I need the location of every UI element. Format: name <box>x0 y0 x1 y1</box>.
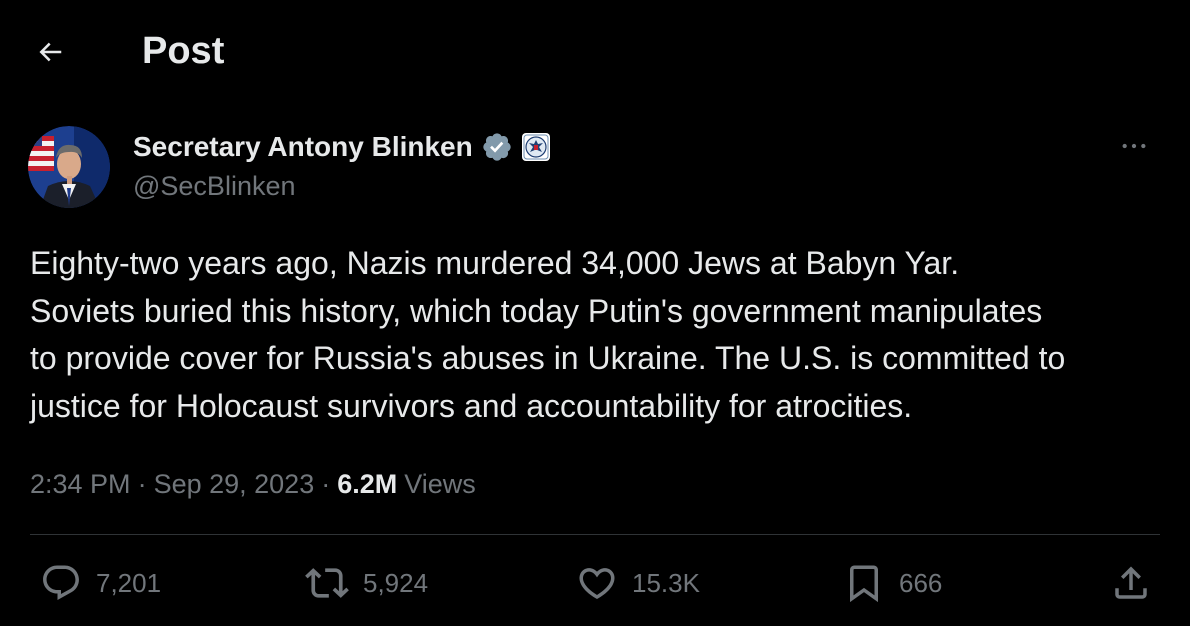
retweet-button[interactable]: 5,924 <box>305 560 428 606</box>
back-button[interactable] <box>30 32 70 72</box>
meta-separator: · <box>137 468 147 499</box>
avatar[interactable] <box>28 126 110 208</box>
like-count: 15.3K <box>632 567 700 598</box>
us-state-department-seal-icon[interactable] <box>521 132 551 162</box>
profile-photo <box>28 126 110 208</box>
retweet-icon <box>305 568 349 598</box>
reply-button[interactable]: 7,201 <box>40 560 161 606</box>
retweet-count: 5,924 <box>363 567 429 598</box>
post-header: Post <box>0 0 1190 100</box>
page-title: Post <box>142 30 225 72</box>
bookmark-count: 666 <box>899 567 943 598</box>
share-button[interactable] <box>1110 560 1152 606</box>
like-button[interactable]: 15.3K <box>576 560 700 606</box>
verified-badge-icon[interactable] <box>481 131 513 163</box>
bookmark-button[interactable]: 666 <box>843 560 942 606</box>
reply-count: 7,201 <box>96 567 162 598</box>
meta-separator: · <box>321 468 331 499</box>
tweet-text: Eighty-two years ago, Nazis murdered 34,… <box>30 240 1170 430</box>
more-options-button[interactable] <box>1112 126 1156 166</box>
reply-icon <box>43 565 79 600</box>
views-count[interactable]: 6.2M <box>337 469 397 500</box>
share-icon <box>1115 566 1147 599</box>
more-dots-icon <box>1122 143 1146 149</box>
author-handle[interactable]: @SecBlinken <box>133 168 296 204</box>
author-name[interactable]: Secretary Antony Blinken <box>133 131 473 163</box>
tweet-meta: 2:34 PM · Sep 29, 2023 · 6.2M Views <box>30 464 476 504</box>
tweet-time[interactable]: 2:34 PM <box>30 469 131 500</box>
tweet-text-line: justice for Holocaust survivors and acco… <box>30 387 913 424</box>
heart-icon <box>579 568 615 600</box>
divider <box>30 534 1160 535</box>
tweet-text-line: Soviets buried this history, which today… <box>30 292 1043 329</box>
tweet-text-line: Eighty-two years ago, Nazis murdered 34,… <box>30 245 960 281</box>
arrow-left-icon <box>39 42 62 62</box>
author-name-row: Secretary Antony Blinken <box>133 127 551 167</box>
tweet-text-line: to provide cover for Russia's abuses in … <box>30 340 1066 376</box>
tweet-date[interactable]: Sep 29, 2023 <box>154 469 315 500</box>
bookmark-icon <box>850 565 878 603</box>
views-label: Views <box>404 468 476 499</box>
